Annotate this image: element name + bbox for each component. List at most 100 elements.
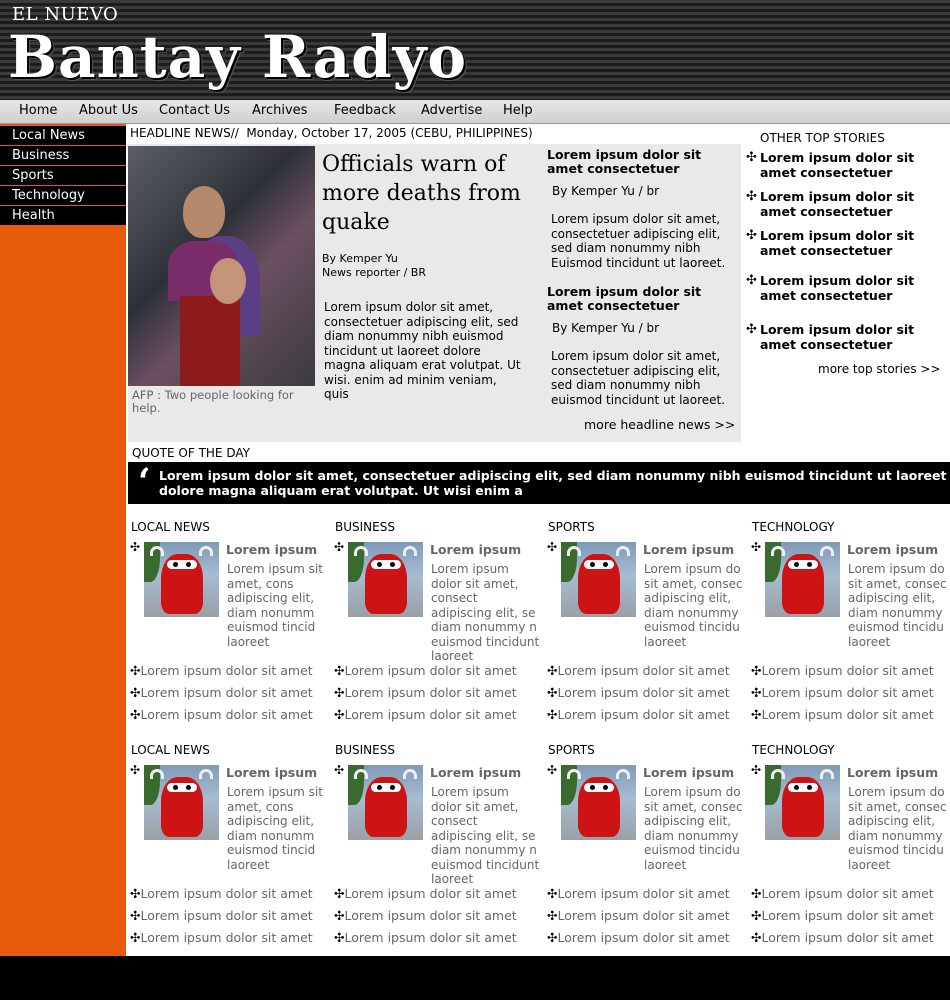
bullet-icon: ✣ xyxy=(130,763,141,777)
category-title[interactable]: BUSINESS xyxy=(335,743,395,757)
category-lead-title[interactable]: Lorem ipsum xyxy=(847,765,938,780)
category-lead-title[interactable]: Lorem ipsum xyxy=(226,542,317,557)
side-story-title[interactable]: Lorem ipsum dolor sit amet consectetuer xyxy=(547,285,737,313)
category-title[interactable]: SPORTS xyxy=(548,520,595,534)
lead-story-body: Lorem ipsum dolor sit amet, consectetuer… xyxy=(324,300,521,401)
sidebar-item-business[interactable]: Business xyxy=(0,146,126,166)
nav-advertise[interactable]: Advertise xyxy=(421,103,482,118)
category-thumbnail[interactable] xyxy=(765,765,840,840)
category-story-link[interactable]: ✣Lorem ipsum dolor sit amet xyxy=(130,663,313,678)
top-story-link[interactable]: ✣ Lorem ipsum dolor sit amet consectetuer xyxy=(746,189,948,219)
category-lead-text: Lorem ipsum do sit amet, consec adipisci… xyxy=(644,562,743,649)
category-story-link[interactable]: ✣Lorem ipsum dolor sit amet xyxy=(130,685,313,700)
category-lead-title[interactable]: Lorem ipsum xyxy=(643,765,734,780)
bullet-icon: ✣ xyxy=(130,685,141,700)
category-title[interactable]: SPORTS xyxy=(548,743,595,757)
category-story-link[interactable]: ✣Lorem ipsum dolor sit amet xyxy=(130,886,313,901)
side-story-title[interactable]: Lorem ipsum dolor sit amet consectetuer xyxy=(547,148,737,176)
category-thumbnail[interactable] xyxy=(348,542,423,617)
category-block: SPORTS ✣ Lorem ipsum Lorem ipsum do sit ame… xyxy=(545,743,750,948)
category-title[interactable]: TECHNOLOGY xyxy=(752,520,834,534)
bullet-icon: ✣ xyxy=(746,150,757,165)
category-story-link[interactable]: ✣Lorem ipsum dolor sit amet xyxy=(130,930,313,945)
category-story-link[interactable]: ✣Lorem ipsum dolor sit amet xyxy=(751,886,934,901)
category-story-link[interactable]: ✣Lorem ipsum dolor sit amet xyxy=(334,908,517,923)
lead-story-title[interactable]: Officials warn of more deaths from quake xyxy=(322,150,532,237)
category-lead-title[interactable]: Lorem ipsum xyxy=(430,542,521,557)
category-story-link[interactable]: ✣Lorem ipsum dolor sit amet xyxy=(547,908,730,923)
category-story-link[interactable]: ✣Lorem ipsum dolor sit amet xyxy=(547,886,730,901)
category-lead-text: Lorem ipsum dolor sit amet, consect adip… xyxy=(431,785,540,886)
bullet-icon: ✣ xyxy=(751,763,762,777)
category-title[interactable]: TECHNOLOGY xyxy=(752,743,834,757)
bullet-icon: ✣ xyxy=(746,228,757,243)
category-thumbnail[interactable] xyxy=(144,542,219,617)
category-thumbnail[interactable] xyxy=(561,542,636,617)
category-story-link[interactable]: ✣Lorem ipsum dolor sit amet xyxy=(130,908,313,923)
category-story-link[interactable]: ✣Lorem ipsum dolor sit amet xyxy=(547,707,730,722)
category-title[interactable]: BUSINESS xyxy=(335,520,395,534)
category-thumbnail[interactable] xyxy=(561,765,636,840)
bullet-icon: ✣ xyxy=(751,908,762,923)
left-sidebar: Local News Business Sports Technology He… xyxy=(0,124,126,956)
category-title[interactable]: LOCAL NEWS xyxy=(131,520,210,534)
bullet-icon: ✣ xyxy=(751,930,762,945)
category-lead-title[interactable]: Lorem ipsum xyxy=(430,765,521,780)
nav-about-us[interactable]: About Us xyxy=(79,103,138,118)
category-story-link[interactable]: ✣Lorem ipsum dolor sit amet xyxy=(751,930,934,945)
bullet-icon: ✣ xyxy=(130,886,141,901)
bullet-icon: ✣ xyxy=(547,663,558,678)
bullet-icon: ✣ xyxy=(130,540,141,554)
top-story-link[interactable]: ✣ Lorem ipsum dolor sit amet consectetuer xyxy=(746,150,948,180)
category-story-link[interactable]: ✣Lorem ipsum dolor sit amet xyxy=(547,930,730,945)
category-story-link[interactable]: ✣Lorem ipsum dolor sit amet xyxy=(334,707,517,722)
category-story-link[interactable]: ✣Lorem ipsum dolor sit amet xyxy=(547,685,730,700)
category-lead-title[interactable]: Lorem ipsum xyxy=(226,765,317,780)
bullet-icon: ✣ xyxy=(547,540,558,554)
category-story-link[interactable]: ✣Lorem ipsum dolor sit amet xyxy=(334,663,517,678)
side-story-byline: By Kemper Yu / br xyxy=(552,321,660,335)
category-story-link[interactable]: ✣Lorem ipsum dolor sit amet xyxy=(334,685,517,700)
category-story-link[interactable]: ✣Lorem ipsum dolor sit amet xyxy=(334,886,517,901)
bullet-icon: ✣ xyxy=(130,930,141,945)
top-story-link[interactable]: ✣ Lorem ipsum dolor sit amet consectetuer xyxy=(746,322,948,352)
nav-home[interactable]: Home xyxy=(19,103,57,118)
sidebar-item-technology[interactable]: Technology xyxy=(0,186,126,206)
lead-photo[interactable] xyxy=(128,146,315,386)
quote-mark-icon: ‘ xyxy=(138,461,151,503)
sidebar-item-local-news[interactable]: Local News xyxy=(0,126,126,146)
headline-section: AFP : Two people looking for help. Offic… xyxy=(128,144,741,442)
category-block: TECHNOLOGY ✣ Lorem ipsum Lorem ipsum do sit… xyxy=(749,743,950,948)
bullet-icon: ✣ xyxy=(334,886,345,901)
category-story-link[interactable]: ✣Lorem ipsum dolor sit amet xyxy=(751,707,934,722)
category-lead-title[interactable]: Lorem ipsum xyxy=(643,542,734,557)
bullet-icon: ✣ xyxy=(334,707,345,722)
nav-contact-us[interactable]: Contact Us xyxy=(159,103,230,118)
nav-archives[interactable]: Archives xyxy=(252,103,307,118)
category-story-link[interactable]: ✣Lorem ipsum dolor sit amet xyxy=(130,707,313,722)
nav-feedback[interactable]: Feedback xyxy=(334,103,396,118)
category-thumbnail[interactable] xyxy=(765,542,840,617)
category-thumbnail[interactable] xyxy=(348,765,423,840)
sidebar-item-sports[interactable]: Sports xyxy=(0,166,126,186)
top-story-link[interactable]: ✣ Lorem ipsum dolor sit amet consectetuer xyxy=(746,228,948,258)
more-headline-news-link[interactable]: more headline news >> xyxy=(584,417,735,432)
category-title[interactable]: LOCAL NEWS xyxy=(131,743,210,757)
sidebar-item-health[interactable]: Health xyxy=(0,206,126,226)
category-story-link[interactable]: ✣Lorem ipsum dolor sit amet xyxy=(547,663,730,678)
category-block: BUSINESS ✣ Lorem ipsum Lorem ipsum dolor si… xyxy=(332,743,539,948)
category-story-link[interactable]: ✣Lorem ipsum dolor sit amet xyxy=(751,663,934,678)
lead-story-byline: By Kemper Yu News reporter / BR xyxy=(322,252,426,280)
category-story-link[interactable]: ✣Lorem ipsum dolor sit amet xyxy=(751,685,934,700)
category-thumbnail[interactable] xyxy=(144,765,219,840)
category-block: TECHNOLOGY ✣ Lorem ipsum Lorem ipsum do sit… xyxy=(749,520,950,725)
category-lead-title[interactable]: Lorem ipsum xyxy=(847,542,938,557)
category-story-link[interactable]: ✣Lorem ipsum dolor sit amet xyxy=(751,908,934,923)
site-logo[interactable]: Bantay Radyo xyxy=(8,22,467,92)
photo-caption: AFP : Two people looking for help. xyxy=(132,388,294,415)
top-story-link[interactable]: ✣ Lorem ipsum dolor sit amet consectetuer xyxy=(746,273,948,303)
site-header: EL NUEVO Bantay Radyo xyxy=(0,0,950,100)
nav-help[interactable]: Help xyxy=(503,103,533,118)
more-top-stories-link[interactable]: more top stories >> xyxy=(818,362,941,376)
category-story-link[interactable]: ✣Lorem ipsum dolor sit amet xyxy=(334,930,517,945)
